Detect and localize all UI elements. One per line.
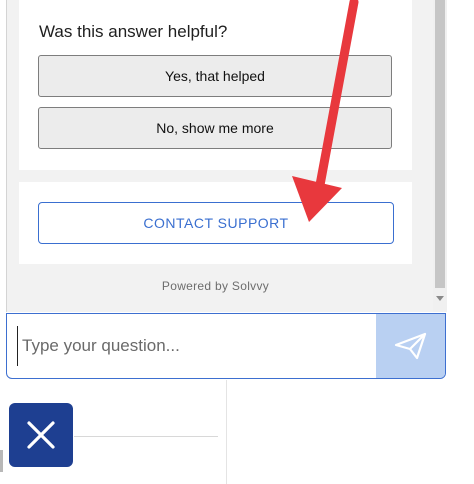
close-icon bbox=[27, 421, 55, 449]
paper-plane-icon bbox=[394, 332, 426, 360]
question-input-bar bbox=[6, 313, 446, 379]
scrollbar-thumb[interactable] bbox=[435, 0, 445, 288]
feedback-card: Was this answer helpful? Yes, that helpe… bbox=[19, 0, 412, 170]
scrollbar[interactable] bbox=[433, 0, 447, 312]
contact-support-button[interactable]: CONTACT SUPPORT bbox=[38, 202, 394, 244]
background-divider-vertical bbox=[226, 380, 227, 484]
show-more-button[interactable]: No, show me more bbox=[38, 107, 392, 149]
background-divider bbox=[74, 436, 218, 437]
powered-by-text: Powered by Solvvy bbox=[161, 279, 270, 293]
chat-widget-panel: Was this answer helpful? Yes, that helpe… bbox=[6, 0, 447, 312]
background-mark bbox=[0, 450, 3, 472]
send-button[interactable] bbox=[376, 314, 445, 378]
close-chat-button[interactable] bbox=[9, 403, 73, 467]
yes-helped-button[interactable]: Yes, that helped bbox=[38, 55, 392, 97]
scroll-down-arrow-icon[interactable] bbox=[436, 296, 444, 301]
contact-card: CONTACT SUPPORT bbox=[19, 182, 412, 264]
feedback-question: Was this answer helpful? bbox=[39, 22, 228, 41]
question-input[interactable] bbox=[17, 326, 367, 366]
